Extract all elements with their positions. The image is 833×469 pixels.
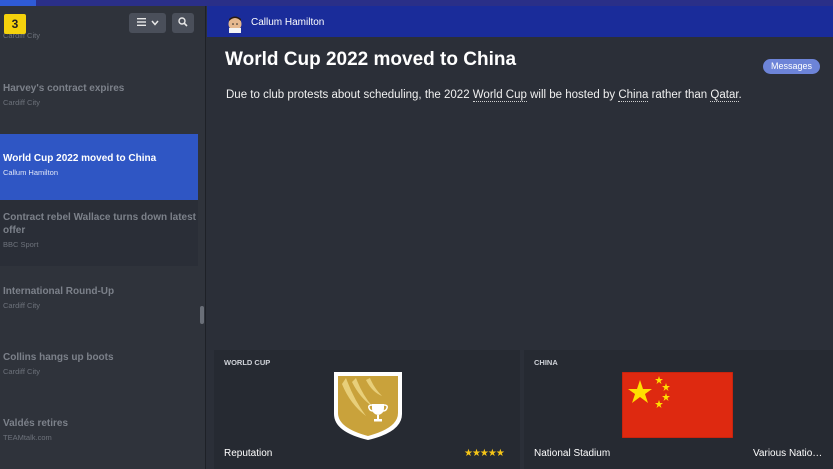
world-cup-card[interactable]: WORLD CUP Reputation ★★★★★ [214,350,520,469]
china-card[interactable]: CHINA National Stadium Various Natio… [524,350,833,469]
reputation-label: Reputation [224,448,273,459]
search-button[interactable] [172,13,194,33]
message-item[interactable]: Harvey's contract expires Cardiff City [0,82,198,138]
message-title: Collins hangs up boots [3,352,114,363]
message-item[interactable]: International Round-Up Cardiff City [0,266,198,332]
message-view: Callum Hamilton World Cup 2022 moved to … [207,6,833,469]
message-source: BBC Sport [3,240,39,249]
messages-button[interactable]: Messages [763,59,820,74]
body-text-part: . [738,89,742,101]
message-source: Callum Hamilton [3,168,59,177]
message-title: Contract rebel Wallace turns down latest… [3,212,197,236]
sidebar-toolbar: 3 [0,6,205,40]
body-text-part: will be hosted by [526,89,619,101]
app-window: Cardiff City Harvey's contract expires C… [0,0,833,469]
message-title: International Round-Up [3,286,115,297]
reputation-stars: ★★★★★ [464,448,505,459]
body-text-part: Due to club protests about scheduling, t… [226,89,473,101]
china-link[interactable]: China [618,89,649,102]
card-label: WORLD CUP [224,358,271,367]
chevron-down-icon [150,17,159,29]
message-item[interactable]: Collins hangs up boots Cardiff City [0,332,198,398]
message-source: TEAMtalk.com [3,433,52,442]
message-item[interactable]: Contract rebel Wallace turns down latest… [0,200,198,266]
message-item[interactable]: Valdés retires TEAMtalk.com [0,398,198,464]
message-title: World Cup 2022 moved to China [3,153,157,164]
message-title: Valdés retires [3,418,69,429]
sort-dropdown-button[interactable] [129,13,166,33]
card-label: CHINA [534,358,558,367]
message-header: Callum Hamilton [207,6,833,37]
national-stadium-label: National Stadium [534,448,611,459]
message-source: Cardiff City [3,98,40,107]
message-item-selected[interactable]: World Cup 2022 moved to China Callum Ham… [0,134,198,200]
china-flag-icon [621,371,734,439]
world-cup-link[interactable]: World Cup [472,89,527,102]
national-stadium-value[interactable]: Various Natio… [753,448,822,459]
inbox-sidebar: Cardiff City Harvey's contract expires C… [0,6,206,469]
message-title: Harvey's contract expires [3,83,125,94]
message-source: Cardiff City [3,301,40,310]
message-title: World Cup 2022 moved to China [225,49,517,70]
search-icon [178,16,188,30]
unread-count-badge[interactable]: 3 [4,14,26,34]
sender-name[interactable]: Callum Hamilton [251,17,324,28]
world-cup-trophy-icon [332,370,404,442]
sort-lines-icon [136,17,146,29]
sidebar-scrollbar[interactable] [200,306,204,324]
message-body: Due to club protests about scheduling, t… [226,89,742,102]
qatar-link[interactable]: Qatar [710,89,739,102]
avatar[interactable] [227,15,243,33]
body-text-part: rather than [648,89,711,101]
message-source: Cardiff City [3,367,40,376]
